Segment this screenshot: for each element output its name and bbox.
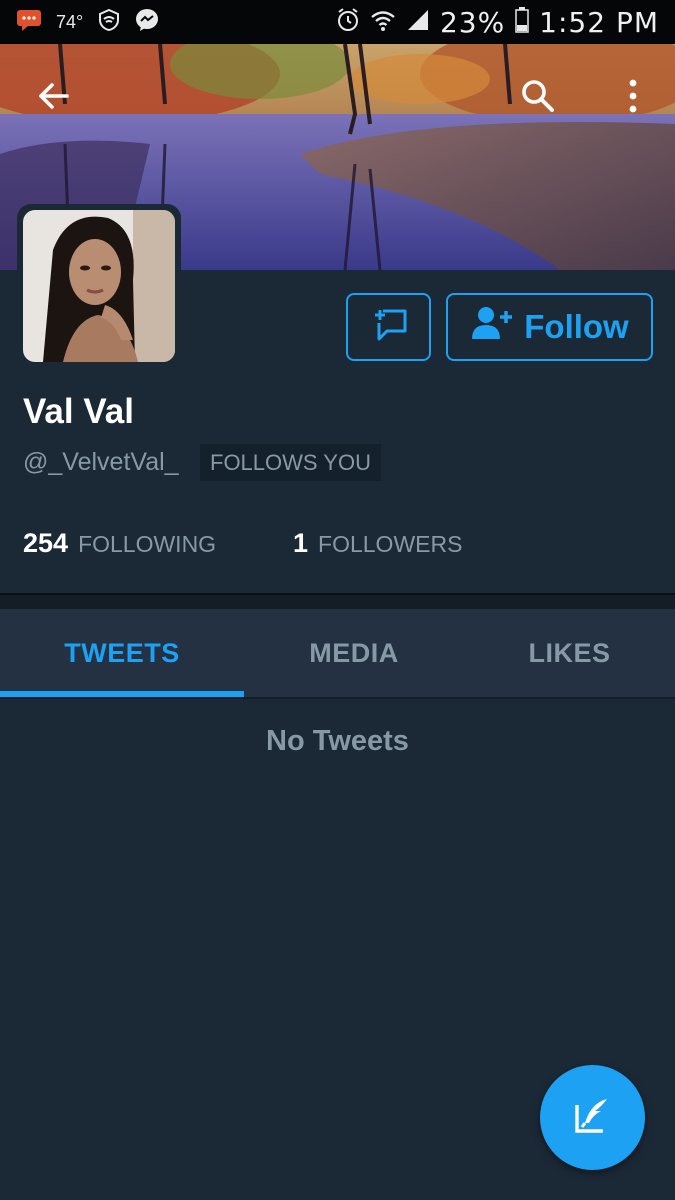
search-icon (520, 78, 556, 119)
alarm-icon (336, 7, 360, 38)
status-bar: 74° 23% 1:52 PM (0, 0, 675, 44)
following-label: FOLLOWING (78, 531, 217, 557)
compose-tweet-icon (571, 1093, 615, 1142)
active-tab-indicator (0, 691, 244, 697)
temperature-text: 74° (56, 12, 84, 32)
search-button[interactable] (518, 78, 558, 118)
followers-stat[interactable]: 1 FOLLOWERS (293, 528, 462, 559)
avatar[interactable] (17, 204, 181, 368)
profile-handle: @_VelvetVal_ (23, 448, 179, 476)
battery-icon (515, 7, 529, 38)
tab-tweets[interactable]: TWEETS (0, 609, 244, 697)
follows-you-badge: FOLLOWS YOU (200, 444, 381, 481)
compose-tweet-button[interactable] (540, 1065, 645, 1170)
profile-tabs: TWEETS MEDIA LIKES (0, 609, 675, 699)
clock-text: 1:52 PM (539, 6, 659, 39)
overflow-menu-button[interactable] (613, 78, 653, 118)
messenger-icon (135, 8, 159, 37)
followers-label: FOLLOWERS (318, 531, 463, 557)
following-stat[interactable]: 254 FOLLOWING (23, 528, 216, 559)
back-button[interactable] (33, 78, 73, 118)
add-person-icon (470, 305, 514, 349)
direct-message-button[interactable] (346, 293, 431, 361)
battery-percent-text: 23% (439, 6, 506, 39)
following-count: 254 (23, 528, 69, 558)
wifi-icon (370, 8, 396, 37)
followers-count: 1 (293, 528, 309, 558)
follow-button[interactable]: Follow (446, 293, 653, 361)
notification-chat-icon (16, 8, 42, 37)
follow-button-label: Follow (524, 308, 629, 345)
empty-state-text: No Tweets (266, 725, 409, 757)
signal-icon (406, 8, 430, 37)
direct-message-icon (369, 305, 409, 350)
tab-media[interactable]: MEDIA (244, 609, 464, 697)
wifi-shield-icon (97, 8, 121, 37)
arrow-left-icon (35, 78, 71, 119)
profile-display-name: Val Val (23, 392, 134, 431)
avatar-image (23, 210, 175, 362)
more-vertical-icon (627, 78, 639, 119)
section-divider (0, 593, 675, 609)
tab-likes[interactable]: LIKES (464, 609, 675, 697)
